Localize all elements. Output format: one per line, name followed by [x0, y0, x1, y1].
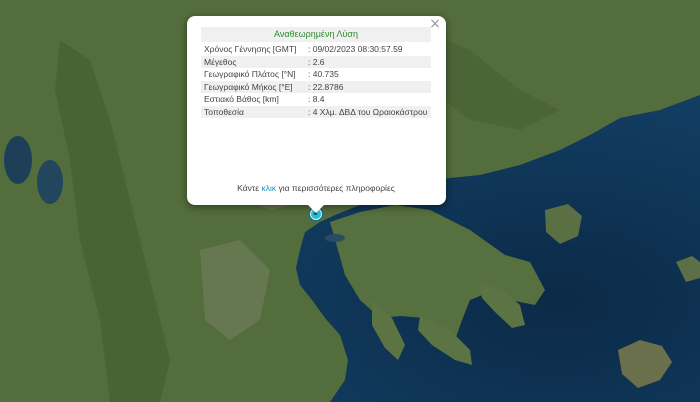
- row-label: Τοποθεσία: [201, 105, 305, 118]
- table-row: Τοποθεσία : 4 Χλμ. ΔΒΔ του Ωραιοκάστρου: [201, 105, 431, 118]
- table-row: Εστιακό Βάθος [km] : 8.4: [201, 93, 431, 106]
- popup-title: Αναθεωρημένη Λύση: [201, 27, 431, 42]
- row-label: Χρόνος Γέννησης [GMT]: [204, 44, 297, 54]
- more-info-suffix: για περισσότερες πληροφορίες: [278, 183, 395, 193]
- row-value: : 4 Χλμ. ΔΒΔ του Ωραιοκάστρου: [305, 105, 431, 118]
- row-value: : 2.6: [305, 55, 431, 68]
- more-info-link[interactable]: κλικ: [261, 183, 276, 193]
- row-label: Μέγεθος: [201, 55, 305, 68]
- lake-ohrid: [4, 136, 32, 184]
- lake-prespa: [37, 160, 63, 204]
- table-row: Γεωγραφικό Πλάτος [°N] : 40.735: [201, 68, 431, 81]
- earthquake-details-table: Χρόνος Γέννησης [GMT] : 09/02/2023 08:30…: [201, 43, 431, 118]
- row-label: Γεωγραφικό Μήκος [°E]: [201, 80, 305, 93]
- table-row: Χρόνος Γέννησης [GMT] : 09/02/2023 08:30…: [201, 43, 431, 56]
- table-row: Γεωγραφικό Μήκος [°E] : 22.8786: [201, 80, 431, 93]
- popup-pointer: [307, 204, 325, 213]
- more-info-prefix: Κάντε: [237, 183, 260, 193]
- row-value: : 8.4: [308, 94, 325, 104]
- row-label: Γεωγραφικό Πλάτος [°N]: [204, 69, 296, 79]
- row-value: : 09/02/2023 08:30:57.59: [308, 44, 403, 54]
- row-label: Εστιακό Βάθος [km]: [204, 94, 279, 104]
- earthquake-info-popup: × Αναθεωρημένη Λύση Χρόνος Γέννησης [GMT…: [187, 16, 446, 205]
- row-value: : 22.8786: [305, 80, 431, 93]
- table-row: Μέγεθος : 2.6: [201, 55, 431, 68]
- lake-small: [325, 234, 345, 242]
- row-value: : 40.735: [308, 69, 339, 79]
- more-info-line: Κάντε κλικ για περισσότερες πληροφορίες: [201, 182, 431, 194]
